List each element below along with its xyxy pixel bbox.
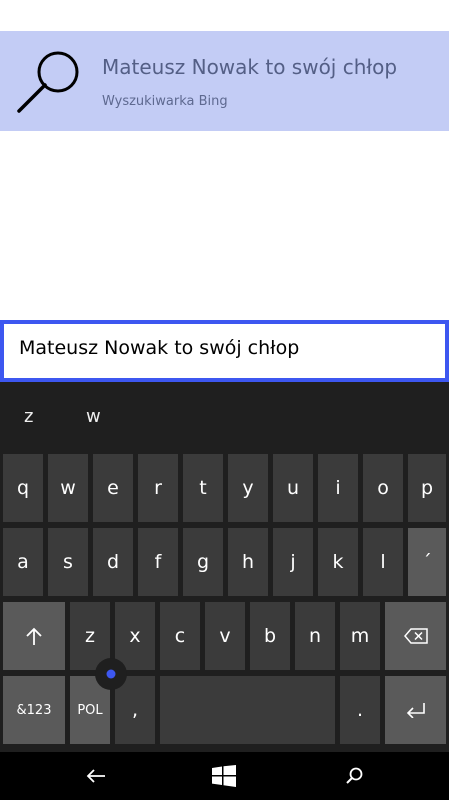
key-e[interactable]: e — [93, 454, 133, 522]
navigation-bar — [0, 752, 449, 800]
key-w[interactable]: w — [48, 454, 88, 522]
search-button[interactable] — [338, 760, 370, 792]
key-s[interactable]: s — [48, 528, 88, 596]
key-y[interactable]: y — [228, 454, 268, 522]
key-q[interactable]: q — [3, 454, 43, 522]
onscreen-keyboard: z w q w e r t y u i o p a s d f g h j k … — [0, 382, 449, 752]
magnifier-icon — [17, 51, 79, 113]
key-j[interactable]: j — [273, 528, 313, 596]
search-suggestion[interactable]: Mateusz Nowak to swój chłop Wyszukiwarka… — [0, 31, 449, 131]
key-a[interactable]: a — [3, 528, 43, 596]
key-f[interactable]: f — [138, 528, 178, 596]
period-key[interactable]: . — [340, 676, 380, 744]
key-o[interactable]: o — [363, 454, 403, 522]
enter-key[interactable] — [385, 676, 446, 744]
space-key[interactable] — [160, 676, 335, 744]
back-arrow-icon — [86, 769, 105, 783]
key-p[interactable]: p — [408, 454, 446, 522]
suggestion-title: Mateusz Nowak to swój chłop — [102, 55, 398, 79]
start-button[interactable] — [208, 760, 240, 792]
key-i[interactable]: i — [318, 454, 358, 522]
key-h[interactable]: h — [228, 528, 268, 596]
key-l[interactable]: l — [363, 528, 403, 596]
numbers-key[interactable]: &123 — [3, 676, 65, 744]
key-d[interactable]: d — [93, 528, 133, 596]
windows-logo-icon — [212, 765, 236, 787]
up-arrow-icon — [26, 627, 42, 645]
shift-key[interactable] — [3, 602, 65, 670]
key-u[interactable]: u — [273, 454, 313, 522]
enter-icon — [406, 703, 425, 718]
key-g[interactable]: g — [183, 528, 223, 596]
prediction-2[interactable]: w — [86, 406, 101, 427]
key-r[interactable]: r — [138, 454, 178, 522]
search-icon — [346, 767, 363, 784]
key-acute-accent[interactable]: ´ — [408, 528, 446, 596]
search-input-value: Mateusz Nowak to swój chłop — [19, 337, 300, 359]
backspace-icon — [403, 628, 428, 644]
prediction-1[interactable]: z — [24, 406, 33, 427]
key-b[interactable]: b — [250, 602, 290, 670]
key-m[interactable]: m — [340, 602, 380, 670]
key-c[interactable]: c — [160, 602, 200, 670]
backspace-key[interactable] — [385, 602, 446, 670]
key-v[interactable]: v — [205, 602, 245, 670]
suggestion-source: Wyszukiwarka Bing — [102, 94, 228, 109]
key-n[interactable]: n — [295, 602, 335, 670]
key-t[interactable]: t — [183, 454, 223, 522]
cursor-control-icon[interactable] — [94, 657, 128, 691]
back-button[interactable] — [80, 760, 112, 792]
search-input[interactable]: Mateusz Nowak to swój chłop — [0, 320, 449, 382]
key-k[interactable]: k — [318, 528, 358, 596]
